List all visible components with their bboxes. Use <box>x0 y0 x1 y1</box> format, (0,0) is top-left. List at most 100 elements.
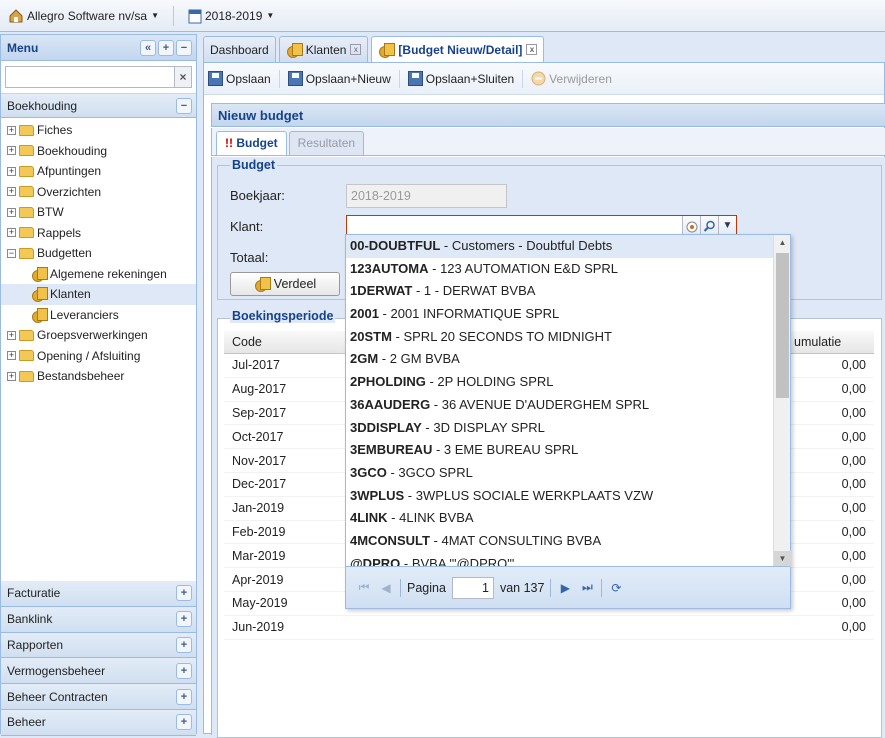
expand-node-icon[interactable]: + <box>7 125 16 135</box>
last-page-icon[interactable]: ⏭ <box>579 580 595 595</box>
accordion-rapporten[interactable]: Rapporten + <box>1 632 196 659</box>
collapse-all-icon[interactable]: − <box>176 39 192 56</box>
save-new-button[interactable]: Opslaan+Nieuw <box>287 71 391 86</box>
close-tab-icon[interactable]: x <box>350 44 362 55</box>
collapse-node-icon[interactable]: − <box>7 248 16 258</box>
period-cumulative: 0,00 <box>841 620 866 635</box>
expand-icon[interactable]: + <box>176 714 192 731</box>
tab-resultaten[interactable]: Resultaten <box>288 131 365 155</box>
year-selector[interactable]: 2018-2019 ▼ <box>184 6 278 26</box>
scroll-thumb[interactable] <box>776 253 789 398</box>
expand-node-icon[interactable]: + <box>7 166 16 176</box>
expand-all-icon[interactable]: + <box>158 39 174 56</box>
tree-item-leveranciers[interactable]: Leveranciers <box>1 305 196 326</box>
accordion-beheer[interactable]: Beheer + <box>1 709 196 736</box>
expand-node-icon[interactable]: + <box>7 207 16 217</box>
accordion-beheer-contracten[interactable]: Beheer Contracten + <box>1 684 196 710</box>
tree-item-algemene-rekeningen[interactable]: Algemene rekeningen <box>1 264 196 285</box>
list-item[interactable]: 4LINK - 4LINK BVBA <box>346 507 774 530</box>
item-name: 1 - DERWAT BVBA <box>423 283 536 299</box>
list-item[interactable]: 3EMBUREAU - 3 EME BUREAU SPRL <box>346 439 774 462</box>
list-item[interactable]: 2001 - 2001 INFORMATIQUE SPRL <box>346 303 774 326</box>
scroll-up-icon[interactable]: ▲ <box>774 235 791 251</box>
prev-page-icon[interactable]: ◀ <box>378 581 394 595</box>
expand-node-icon[interactable]: + <box>7 187 16 197</box>
tab-klanten[interactable]: Klanten x <box>278 36 369 62</box>
expand-node-icon[interactable]: + <box>7 351 16 361</box>
clear-search-icon[interactable]: × <box>175 66 192 88</box>
expand-node-icon[interactable]: + <box>7 330 16 340</box>
tree-item-budgetten[interactable]: − Budgetten <box>1 243 196 264</box>
accordion-boekhouding[interactable]: Boekhouding − <box>1 94 196 118</box>
list-item[interactable]: 123AUTOMA - 123 AUTOMATION E&D SPRL <box>346 258 774 281</box>
delete-button[interactable]: Verwijderen <box>531 71 612 86</box>
list-item[interactable]: 20STM - SPRL 20 SECONDS TO MIDNIGHT <box>346 326 774 349</box>
tree-item-fiches[interactable]: + Fiches <box>1 120 196 141</box>
list-item[interactable]: 3WPLUS - 3WPLUS SOCIALE WERKPLAATS VZW <box>346 485 774 508</box>
list-item[interactable]: 2PHOLDING - 2P HOLDING SPRL <box>346 371 774 394</box>
table-row[interactable]: Jun-2019 0,00 <box>224 616 874 640</box>
expand-node-icon[interactable]: + <box>7 228 16 238</box>
first-page-icon[interactable]: ⏮ <box>356 580 372 595</box>
list-item[interactable]: 1DERWAT - 1 - DERWAT BVBA <box>346 280 774 303</box>
scroll-down-icon[interactable]: ▼ <box>774 551 791 567</box>
tree-item-rappels[interactable]: + Rappels <box>1 223 196 244</box>
save-new-icon <box>287 71 303 86</box>
list-item[interactable]: @DPRO - BVBA '"@DPRO"' <box>346 553 774 567</box>
menu-search-input[interactable] <box>5 66 175 88</box>
item-separator: - <box>428 260 441 276</box>
tree-item-overzichten[interactable]: + Overzichten <box>1 182 196 203</box>
list-item[interactable]: 4MCONSULT - 4MAT CONSULTING BVBA <box>346 530 774 553</box>
folder-icon <box>19 206 34 218</box>
tree-item-klanten[interactable]: Klanten <box>1 284 196 305</box>
accordion-label: Beheer <box>7 715 46 730</box>
toolbar: Opslaan Opslaan+Nieuw Opslaan+Sluiten Ve… <box>204 63 884 95</box>
expand-icon[interactable]: + <box>176 636 192 653</box>
list-item[interactable]: 3DDISPLAY - 3D DISPLAY SPRL <box>346 417 774 440</box>
save-close-button[interactable]: Opslaan+Sluiten <box>407 71 514 86</box>
tab-budget[interactable]: !! Budget <box>216 131 287 155</box>
period-cumulative: 0,00 <box>841 524 866 539</box>
col-cumulatie-header[interactable]: umulatie <box>794 335 874 349</box>
tree-item-groepsverwerkingen[interactable]: + Groepsverwerkingen <box>1 325 196 346</box>
refresh-icon[interactable]: ⟳ <box>608 581 624 595</box>
next-page-icon[interactable]: ▶ <box>557 581 573 595</box>
list-item[interactable]: 2GM - 2 GM BVBA <box>346 348 774 371</box>
verdeel-button[interactable]: Verdeel <box>230 272 340 296</box>
close-tab-icon[interactable]: x <box>526 44 538 55</box>
expand-icon[interactable]: + <box>176 611 192 628</box>
tab-dashboard[interactable]: Dashboard <box>203 36 276 62</box>
expand-icon[interactable]: + <box>176 688 192 705</box>
list-item[interactable]: 00-DOUBTFUL - Customers - Doubtful Debts <box>346 235 774 258</box>
pager-label: Pagina <box>407 580 446 595</box>
list-item[interactable]: 36AAUDERG - 36 AVENUE D'AUDERGHEM SPRL <box>346 394 774 417</box>
collapse-panel-icon[interactable]: « <box>140 39 156 56</box>
col-code-header[interactable]: Code <box>224 335 344 349</box>
dropdown-pager: ⏮ ◀ Pagina 1 van 137 ▶ ⏭ ⟳ <box>346 566 790 608</box>
divider <box>278 69 280 88</box>
expand-node-icon[interactable]: + <box>7 371 16 381</box>
tree-item-boekhouding[interactable]: + Boekhouding <box>1 141 196 162</box>
tab-label: Dashboard <box>210 42 269 57</box>
accordion-vermogensbeheer[interactable]: Vermogensbeheer + <box>1 658 196 685</box>
expand-icon[interactable]: + <box>176 662 192 679</box>
divider <box>172 5 174 26</box>
tree-item-afpuntingen[interactable]: + Afpuntingen <box>1 161 196 182</box>
company-selector[interactable]: Allegro Software nv/sa ▼ <box>4 6 163 26</box>
save-button[interactable]: Opslaan <box>208 71 271 86</box>
item-name: 36 AVENUE D'AUDERGHEM SPRL <box>441 396 650 412</box>
accordion-banklink[interactable]: Banklink + <box>1 606 196 633</box>
list-item[interactable]: 3GCO - 3GCO SPRL <box>346 462 774 485</box>
page-number-input[interactable]: 1 <box>451 576 494 599</box>
expand-icon[interactable]: + <box>176 585 192 602</box>
tree-item-opening-afsluiting[interactable]: + Opening / Afsluiting <box>1 346 196 367</box>
period-code: Feb-2019 <box>232 524 286 539</box>
period-code: Jul-2017 <box>232 358 280 373</box>
dropdown-scrollbar[interactable]: ▲ ▼ <box>773 235 791 567</box>
tree-item-btw[interactable]: + BTW <box>1 202 196 223</box>
collapse-icon[interactable]: − <box>176 97 192 114</box>
tab-budget-detail[interactable]: [Budget Nieuw/Detail] x <box>371 36 545 62</box>
accordion-facturatie[interactable]: Facturatie + <box>1 581 196 607</box>
tree-item-bestandsbeheer[interactable]: + Bestandsbeheer <box>1 366 196 387</box>
expand-node-icon[interactable]: + <box>7 146 16 156</box>
